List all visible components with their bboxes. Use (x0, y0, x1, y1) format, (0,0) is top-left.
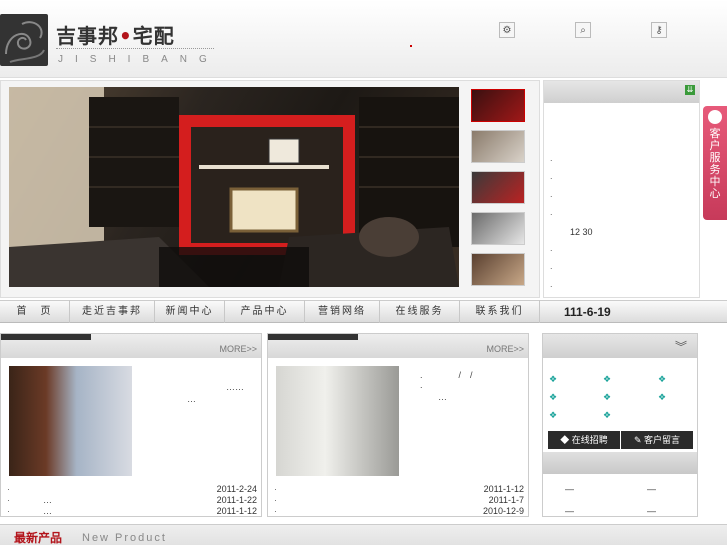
news-panel-header (544, 81, 699, 103)
cabinet-image[interactable] (276, 366, 399, 476)
row-bullet: · (274, 495, 277, 505)
dash-mark: — (647, 506, 656, 516)
double-chevron-down-icon[interactable]: ︾ (675, 338, 687, 355)
box-header-tab (1, 334, 91, 340)
diamond-icon[interactable]: ❖ (603, 410, 611, 421)
dash-mark: — (565, 506, 574, 516)
news-panel: ⇊ . . . . 12 30 . . . (543, 80, 700, 298)
news-bullet: . (550, 261, 553, 271)
row-bullet: · (274, 484, 277, 494)
nav-item-home[interactable]: 首 页 (0, 300, 70, 323)
action-buttons: ◆ 在线招聘 ✎ 客户留言 (548, 431, 694, 449)
page: 吉事邦•宅配 JISHIBANG ⚙ ⌕ ⚷ ⇊ . . . . 12 30 .… (0, 0, 727, 545)
row-date: 2011-1-12 (483, 484, 524, 494)
thumbnail[interactable] (471, 130, 525, 163)
nav-item-service[interactable]: 在线服务 (380, 300, 460, 323)
customer-service-tab[interactable]: 客户服务中心 (703, 106, 727, 220)
nav-item-about[interactable]: 走近吉事邦 (70, 300, 155, 323)
nav-item-news[interactable]: 新闻中心 (155, 300, 225, 323)
message-label: 客户留言 (644, 435, 681, 445)
nav-date: 111-6-19 (564, 304, 611, 319)
diamond-icon[interactable]: ❖ (658, 374, 666, 385)
box-text: … (187, 394, 196, 404)
news-bullet: . (550, 279, 553, 289)
thumbnail[interactable] (471, 89, 525, 122)
message-button[interactable]: ✎ 客户留言 (621, 431, 693, 449)
box-header: MORE>> (268, 334, 528, 358)
thumbnail[interactable] (471, 253, 525, 286)
thumbnail[interactable] (471, 212, 525, 245)
row-date: 2010-12-9 (482, 506, 524, 516)
row-text[interactable]: … (43, 495, 52, 505)
news-bullet: . (550, 207, 553, 217)
more-link[interactable]: MORE>> (486, 344, 524, 354)
service-label: 客户服务中心 (709, 128, 721, 200)
wardrobe-image[interactable] (9, 366, 132, 476)
box-header: MORE>> (1, 334, 261, 358)
gear-icon[interactable]: ⚙ (499, 22, 515, 38)
row-text[interactable]: … (43, 506, 52, 516)
logo-en: JISHIBANG (58, 54, 219, 65)
main-nav: 首 页 走近吉事邦 新闻中心 产品中心 营销网络 在线服务 联系我们 111-6… (0, 300, 727, 323)
diamond-icon[interactable]: ❖ (549, 374, 557, 385)
banner (0, 80, 540, 298)
grey-bar (543, 452, 697, 474)
diamond-icon[interactable]: ❖ (658, 392, 666, 403)
diamond-icon[interactable]: ❖ (603, 392, 611, 403)
diamond-icon[interactable]: ❖ (549, 392, 557, 403)
box-text: …… (226, 382, 244, 392)
row-date: 2011-1-7 (488, 495, 524, 505)
site-header: 吉事邦•宅配 JISHIBANG ⚙ ⌕ ⚷ (0, 0, 727, 78)
recruit-button[interactable]: ◆ 在线招聘 (548, 431, 620, 449)
quick-links-panel: ︾ ❖ ❖ ❖ ❖ ❖ ❖ ❖ ❖ ◆ 在线招聘 ✎ 客户留言 — — — — (542, 333, 698, 517)
news-bullet: . (550, 153, 553, 163)
dash-mark: — (565, 484, 574, 494)
row-bullet: · (7, 506, 10, 516)
dash-mark: — (647, 484, 656, 494)
nav-item-products[interactable]: 产品中心 (225, 300, 305, 323)
logo-cn-b: 宅配 (132, 24, 175, 48)
row-bullet: · (7, 495, 10, 505)
banner-thumbnails (471, 89, 527, 294)
more-link[interactable]: MORE>> (219, 344, 257, 354)
logo-dot: • (119, 24, 133, 48)
diamond-icon[interactable]: ❖ (603, 374, 611, 385)
nav-item-network[interactable]: 营销网络 (305, 300, 380, 323)
recruit-label: 在线招聘 (571, 435, 608, 445)
row-date: 2011-1-22 (216, 495, 257, 505)
down-arrow-icon[interactable]: ⇊ (685, 85, 695, 95)
new-product-title-en: New Product (82, 532, 167, 544)
key-icon[interactable]: ⚷ (651, 22, 667, 38)
row-date: 2011-2-24 (216, 484, 257, 494)
logo-ornament-icon (0, 14, 48, 66)
news-box-right: MORE>> . / / . … · 2011-1-12 · 2011-1-7 … (267, 333, 529, 517)
quick-links-header: ︾ (543, 334, 697, 358)
news-bullet: . (550, 243, 553, 253)
thumbnail[interactable] (471, 171, 525, 204)
news-bullet: . (550, 171, 553, 181)
search-icon[interactable]: ⌕ (575, 22, 591, 38)
new-product-title-cn: 最新产品 (14, 531, 63, 545)
row-bullet: · (7, 484, 10, 494)
row-date: 2011-1-12 (216, 506, 257, 516)
red-marker (410, 45, 412, 47)
box-text: … (438, 392, 447, 402)
news-bullet: . (550, 189, 553, 199)
logo-divider (56, 48, 214, 49)
row-bullet: · (274, 506, 277, 516)
logo-text[interactable]: 吉事邦•宅配 (56, 20, 175, 49)
banner-main-image[interactable] (9, 87, 459, 287)
logo-cn-a: 吉事邦 (56, 24, 119, 48)
new-product-section: 最新产品 New Product (0, 524, 727, 545)
box-header-tab (268, 334, 358, 340)
news-time: 12 30 (570, 227, 593, 237)
diamond-icon[interactable]: ❖ (549, 410, 557, 421)
qq-penguin-icon (708, 110, 722, 124)
nav-item-contact[interactable]: 联系我们 (460, 300, 540, 323)
box-text: . / / (420, 370, 473, 380)
news-box-left: MORE>> …… … · 2011-2-24 · … 2011-1-22 · … (0, 333, 262, 517)
box-text: . (420, 380, 423, 390)
